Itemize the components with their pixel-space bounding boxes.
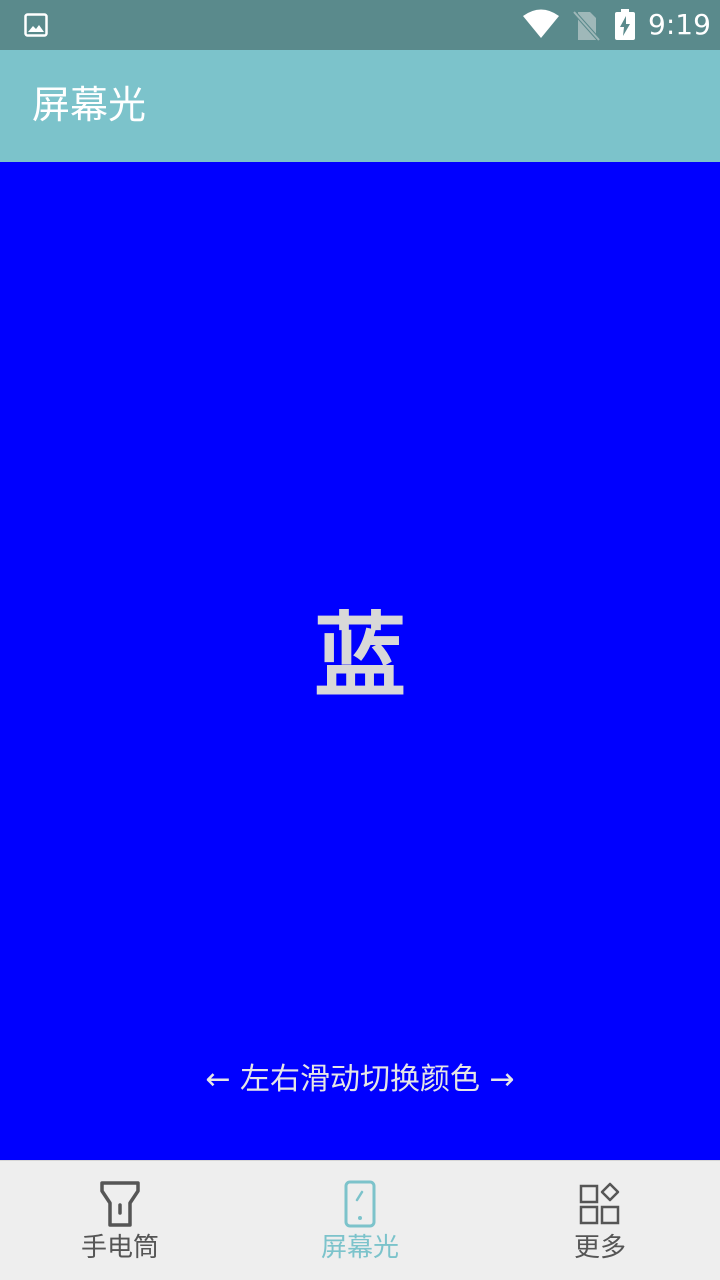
nav-item-flashlight[interactable]: 手电筒 xyxy=(0,1161,240,1280)
status-time: 9:19 xyxy=(648,8,711,41)
screen: 9:19 屏幕光 蓝 ← 左右滑动切换颜色 → 手电筒 屏幕光 更多 xyxy=(0,0,720,1280)
status-bar: 9:19 xyxy=(0,0,720,50)
flashlight-icon xyxy=(100,1181,140,1227)
color-display-area[interactable]: 蓝 ← 左右滑动切换颜色 → xyxy=(0,162,720,1160)
nav-label-flashlight: 手电筒 xyxy=(80,1233,159,1263)
nav-label-more: 更多 xyxy=(573,1233,626,1263)
no-sim-icon xyxy=(572,10,600,42)
wifi-icon xyxy=(523,9,559,38)
gallery-icon xyxy=(24,13,48,37)
more-apps-icon xyxy=(579,1182,620,1225)
swipe-hint: ← 左右滑动切换颜色 → xyxy=(205,1062,515,1097)
phone-screen-icon xyxy=(344,1180,376,1228)
battery-charging-icon xyxy=(615,9,635,40)
bottom-nav: 手电筒 屏幕光 更多 xyxy=(0,1160,720,1280)
app-bar: 屏幕光 xyxy=(0,50,720,162)
color-name-label: 蓝 xyxy=(313,603,406,710)
nav-label-screen-light: 屏幕光 xyxy=(320,1233,399,1263)
nav-item-screen-light[interactable]: 屏幕光 xyxy=(240,1161,480,1280)
page-title: 屏幕光 xyxy=(32,83,147,127)
nav-item-more[interactable]: 更多 xyxy=(480,1161,720,1280)
